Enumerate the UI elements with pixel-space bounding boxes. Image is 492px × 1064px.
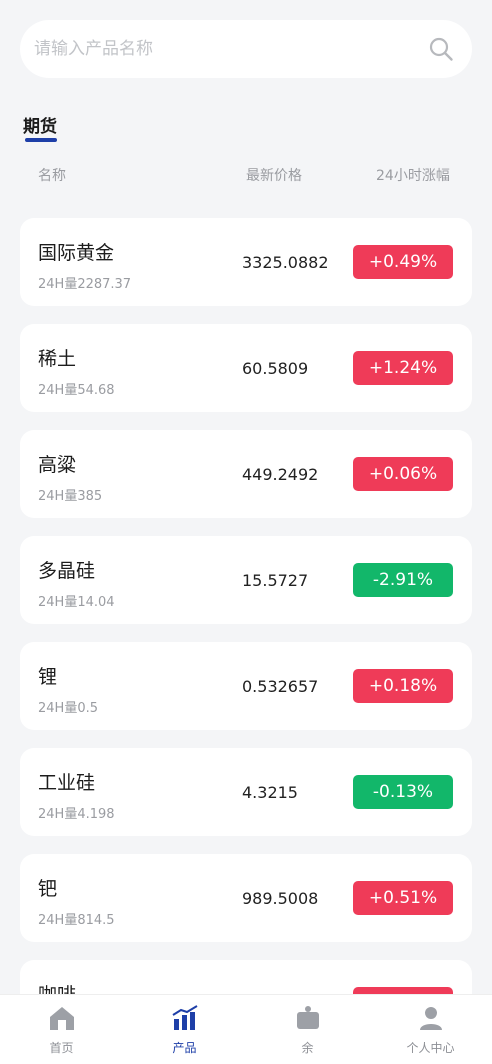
product-name: 国际黄金 bbox=[38, 242, 115, 264]
change-badge: +0.49% bbox=[353, 245, 453, 279]
product-card[interactable]: 多晶硅 24H量14.04 15.5727 -2.91% bbox=[20, 536, 472, 624]
search-input[interactable] bbox=[34, 39, 428, 59]
search-icon[interactable] bbox=[428, 36, 454, 62]
column-header-price: 最新价格 bbox=[246, 168, 302, 184]
product-card[interactable]: 工业硅 24H量4.198 4.3215 -0.13% bbox=[20, 748, 472, 836]
product-list: 国际黄金 24H量2287.37 3325.0882 +0.49% 稀土 24H… bbox=[20, 218, 472, 1064]
search-bar[interactable] bbox=[20, 20, 472, 78]
column-header-change: 24小时涨幅 bbox=[376, 168, 450, 184]
product-price: 4.3215 bbox=[242, 783, 298, 802]
product-volume: 24H量2287.37 bbox=[38, 277, 132, 292]
column-header-name: 名称 bbox=[38, 168, 66, 184]
change-badge: -0.13% bbox=[353, 775, 453, 809]
product-price: 15.5727 bbox=[242, 571, 309, 590]
product-name: 锂 bbox=[38, 666, 58, 688]
product-volume: 24H量4.198 bbox=[38, 807, 115, 822]
home-icon bbox=[49, 1007, 74, 1030]
change-badge: +0.18% bbox=[353, 669, 453, 703]
tab-home[interactable]: 首页 bbox=[0, 995, 123, 1064]
product-volume: 24H量54.68 bbox=[38, 383, 115, 398]
product-price: 3325.0882 bbox=[242, 253, 329, 272]
product-volume: 24H量385 bbox=[38, 489, 103, 504]
product-card[interactable]: 锂 24H量0.5 0.532657 +0.18% bbox=[20, 642, 472, 730]
change-badge: +0.06% bbox=[353, 457, 453, 491]
product-name: 稀土 bbox=[38, 348, 77, 370]
product-name: 高粱 bbox=[38, 454, 77, 476]
product-card[interactable]: 稀土 24H量54.68 60.5809 +1.24% bbox=[20, 324, 472, 412]
product-name: 钯 bbox=[38, 878, 58, 900]
user-icon bbox=[419, 1007, 442, 1030]
tab-label: 产品 bbox=[172, 1041, 197, 1055]
product-price: 989.5008 bbox=[242, 889, 319, 908]
product-volume: 24H量814.5 bbox=[38, 913, 115, 928]
chart-icon bbox=[171, 1005, 198, 1030]
section-tab-indicator bbox=[25, 138, 57, 142]
bottom-tab-bar: 首页 产品 余 个人中心 bbox=[0, 994, 492, 1064]
change-badge: +0.51% bbox=[353, 881, 453, 915]
tab-chart[interactable]: 产品 bbox=[123, 995, 246, 1064]
product-price: 60.5809 bbox=[242, 359, 309, 378]
product-price: 0.532657 bbox=[242, 677, 319, 696]
product-name: 工业硅 bbox=[38, 772, 96, 794]
tab-label: 首页 bbox=[49, 1041, 74, 1055]
tab-user[interactable]: 个人中心 bbox=[369, 995, 492, 1064]
change-badge: -2.91% bbox=[353, 563, 453, 597]
change-badge: +1.24% bbox=[353, 351, 453, 385]
product-name: 多晶硅 bbox=[38, 560, 96, 582]
tab-wallet[interactable]: 余 bbox=[246, 995, 369, 1064]
product-card[interactable]: 高粱 24H量385 449.2492 +0.06% bbox=[20, 430, 472, 518]
product-card[interactable]: 国际黄金 24H量2287.37 3325.0882 +0.49% bbox=[20, 218, 472, 306]
product-card[interactable]: 钯 24H量814.5 989.5008 +0.51% bbox=[20, 854, 472, 942]
product-volume: 24H量14.04 bbox=[38, 595, 115, 610]
section-title[interactable]: 期货 bbox=[23, 112, 57, 137]
tab-label: 余 bbox=[301, 1041, 314, 1055]
tab-label: 个人中心 bbox=[406, 1041, 455, 1055]
product-volume: 24H量0.5 bbox=[38, 701, 98, 716]
wallet-icon bbox=[296, 1006, 319, 1029]
product-price: 449.2492 bbox=[242, 465, 319, 484]
